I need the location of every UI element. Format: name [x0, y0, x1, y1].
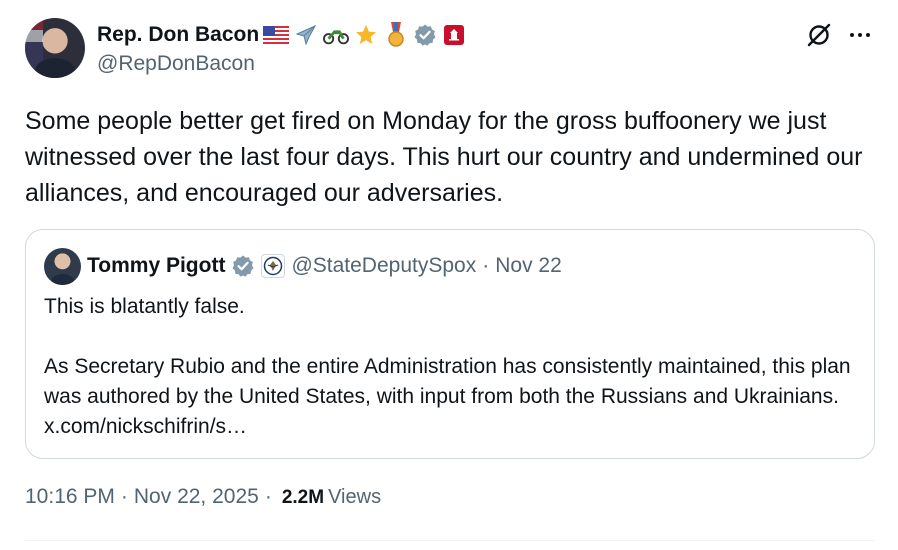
- quoted-separator: ·: [482, 254, 490, 277]
- grok-icon[interactable]: [806, 22, 832, 48]
- quoted-tweet-text: This is blatantly false. As Secretary Ru…: [44, 295, 851, 438]
- tweet-text: Some people better get fired on Monday f…: [25, 107, 863, 207]
- state-department-seal-icon[interactable]: [261, 254, 286, 278]
- quoted-tweet-date[interactable]: Nov 22: [495, 254, 562, 278]
- tweet-time[interactable]: 10:16 PM: [25, 485, 115, 509]
- quoted-author-avatar[interactable]: [44, 248, 81, 285]
- meta-separator: ·: [120, 485, 128, 508]
- tweet-card: Rep. Don Bacon @RepDonBacon Some people …: [0, 0, 898, 550]
- author-handle[interactable]: @RepDonBacon: [97, 52, 255, 76]
- meta-separator-2: ·: [264, 485, 272, 508]
- quoted-author-handle[interactable]: @StateDeputySpox: [291, 254, 476, 278]
- motorcycle-emoji: [323, 23, 350, 47]
- author-name-row: Rep. Don Bacon: [97, 22, 467, 48]
- airplane-emoji: [293, 23, 319, 47]
- us-flag-emoji: [263, 23, 290, 47]
- tweet-meta: 10:16 PM · Nov 22, 2025 · 2.2M Views: [25, 485, 381, 515]
- house-seal-icon[interactable]: [441, 23, 467, 47]
- author-name[interactable]: Rep. Don Bacon: [97, 23, 259, 47]
- author-avatar[interactable]: [25, 18, 85, 78]
- quoted-tweet-header: Tommy Pigott @StateDeputySpox · Nov 22: [87, 252, 562, 280]
- quoted-author-name[interactable]: Tommy Pigott: [87, 254, 225, 278]
- more-options-icon[interactable]: [848, 25, 872, 45]
- verified-badge-icon[interactable]: [413, 23, 437, 47]
- divider: [25, 540, 875, 541]
- views-count: 2.2M: [281, 487, 325, 508]
- views-label: Views: [328, 486, 382, 508]
- quoted-tweet[interactable]: Tommy Pigott @StateDeputySpox · Nov 22 T…: [25, 229, 875, 459]
- star-emoji: [353, 23, 379, 47]
- quoted-verified-badge-icon[interactable]: [231, 254, 255, 278]
- medal-emoji: [383, 22, 409, 47]
- tweet-date[interactable]: Nov 22, 2025: [134, 485, 259, 509]
